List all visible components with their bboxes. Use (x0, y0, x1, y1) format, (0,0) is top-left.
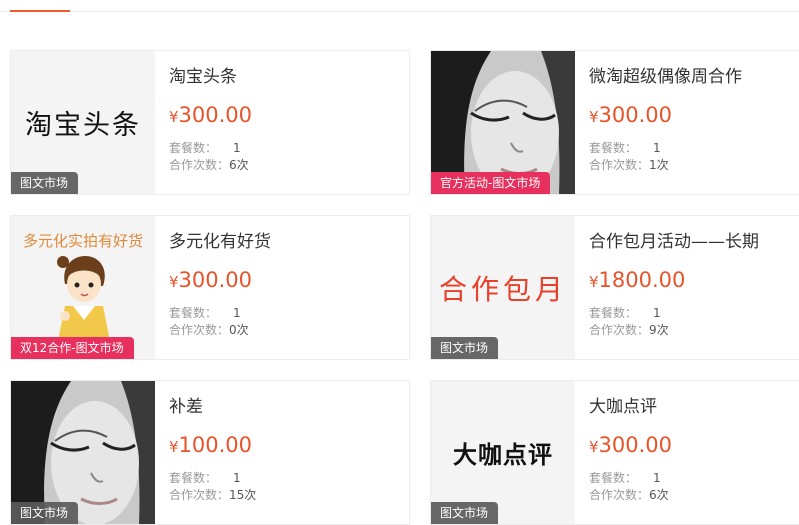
cooperation-count-label: 合作次数： (169, 488, 230, 502)
card-title[interactable]: 合作包月活动——长期 (589, 227, 759, 252)
card-price: ¥300.00 (589, 433, 672, 457)
cooperation-count-value: 15次 (229, 488, 257, 502)
package-count-label: 套餐数： (169, 141, 218, 155)
service-card[interactable]: 淘宝头条 图文市场 淘宝头条 ¥300.00 套餐数： 1 合作次数：6次 (10, 50, 410, 195)
cooperation-count: 合作次数：1次 (589, 156, 669, 173)
card-title[interactable]: 大咖点评 (589, 392, 657, 417)
card-title[interactable]: 微淘超级偶像周合作 (589, 62, 742, 87)
package-count-value: 1 (653, 471, 661, 485)
cooperation-count: 合作次数：15次 (169, 486, 256, 503)
package-count-label: 套餐数： (169, 471, 218, 485)
currency-symbol: ¥ (169, 438, 179, 456)
service-card[interactable]: 大咖点评 图文市场 大咖点评 ¥300.00 套餐数： 1 合作次数：6次 (430, 380, 799, 525)
package-count-label: 套餐数： (169, 306, 218, 320)
price-value: 100.00 (178, 433, 253, 457)
package-count: 套餐数： 1 (169, 469, 241, 486)
currency-symbol: ¥ (589, 438, 599, 456)
package-count-value: 1 (233, 471, 241, 485)
category-tag: 图文市场 (11, 502, 79, 524)
cooperation-count: 合作次数：6次 (589, 486, 669, 503)
package-count-label: 套餐数： (589, 141, 638, 155)
cooperation-count: 合作次数：9次 (589, 321, 669, 338)
thumbnail-title-text: 多元化实拍有好货 (22, 232, 143, 250)
cooperation-count-value: 6次 (649, 488, 669, 502)
currency-symbol: ¥ (169, 108, 179, 126)
price-value: 300.00 (178, 103, 253, 127)
package-count-label: 套餐数： (589, 471, 638, 485)
card-title[interactable]: 多元化有好货 (169, 227, 271, 252)
cooperation-count-label: 合作次数： (589, 323, 650, 337)
package-count: 套餐数： 1 (589, 469, 661, 486)
currency-symbol: ¥ (169, 273, 179, 291)
service-card[interactable]: 多元化实拍有好货 双12合作-图文市场 多元化有好货 ¥300.00 套餐数： 1… (10, 215, 410, 360)
package-count-label: 套餐数： (589, 306, 638, 320)
category-tag: 图文市场 (431, 502, 499, 524)
price-value: 300.00 (598, 433, 673, 457)
cooperation-count-label: 合作次数： (589, 158, 650, 172)
card-thumbnail[interactable]: 官方活动-图文市场 (431, 51, 575, 194)
card-price: ¥300.00 (169, 268, 252, 292)
currency-symbol: ¥ (589, 273, 599, 291)
category-tag: 官方活动-图文市场 (431, 172, 551, 194)
category-tag: 图文市场 (431, 337, 499, 359)
cooperation-count-label: 合作次数： (169, 158, 230, 172)
card-price: ¥300.00 (169, 103, 252, 127)
cooperation-count-label: 合作次数： (589, 488, 650, 502)
package-count-value: 1 (233, 141, 241, 155)
active-tab-indicator (10, 10, 70, 12)
cooperation-count-label: 合作次数： (169, 323, 230, 337)
package-count-value: 1 (653, 141, 661, 155)
package-count: 套餐数： 1 (169, 139, 241, 156)
price-value: 300.00 (598, 103, 673, 127)
cooperation-count: 合作次数：6次 (169, 156, 249, 173)
currency-symbol: ¥ (589, 108, 599, 126)
card-thumbnail[interactable]: 多元化实拍有好货 双12合作-图文市场 (11, 216, 155, 359)
cooperation-count-value: 9次 (649, 323, 669, 337)
card-price: ¥300.00 (589, 103, 672, 127)
cooperation-count: 合作次数：0次 (169, 321, 249, 338)
cooperation-count-value: 6次 (229, 158, 249, 172)
service-card[interactable]: 合作包月 图文市场 合作包月活动——长期 ¥1800.00 套餐数： 1 合作次数… (430, 215, 799, 360)
package-count-value: 1 (653, 306, 661, 320)
service-card[interactable]: 官方活动-图文市场 微淘超级偶像周合作 ¥300.00 套餐数： 1 合作次数：1… (430, 50, 799, 195)
package-count: 套餐数： 1 (169, 304, 241, 321)
cooperation-count-value: 1次 (649, 158, 669, 172)
card-price: ¥1800.00 (589, 268, 685, 292)
package-count: 套餐数： 1 (589, 304, 661, 321)
card-thumbnail[interactable]: 淘宝头条 图文市场 (11, 51, 155, 194)
cooperation-count-value: 0次 (229, 323, 249, 337)
top-tab-bar (0, 0, 799, 12)
package-count: 套餐数： 1 (589, 139, 661, 156)
category-tag: 双12合作-图文市场 (11, 337, 134, 359)
cartoon-girl-icon (57, 256, 111, 346)
price-value: 300.00 (178, 268, 253, 292)
card-title[interactable]: 补差 (169, 392, 203, 417)
card-thumbnail[interactable]: 图文市场 (11, 381, 155, 524)
card-thumbnail[interactable]: 大咖点评 图文市场 (431, 381, 575, 524)
card-thumbnail[interactable]: 合作包月 图文市场 (431, 216, 575, 359)
card-price: ¥100.00 (169, 433, 252, 457)
price-value: 1800.00 (598, 268, 686, 292)
category-tag: 图文市场 (11, 172, 79, 194)
card-title[interactable]: 淘宝头条 (169, 62, 237, 87)
package-count-value: 1 (233, 306, 241, 320)
service-card[interactable]: 图文市场 补差 ¥100.00 套餐数： 1 合作次数：15次 (10, 380, 410, 525)
